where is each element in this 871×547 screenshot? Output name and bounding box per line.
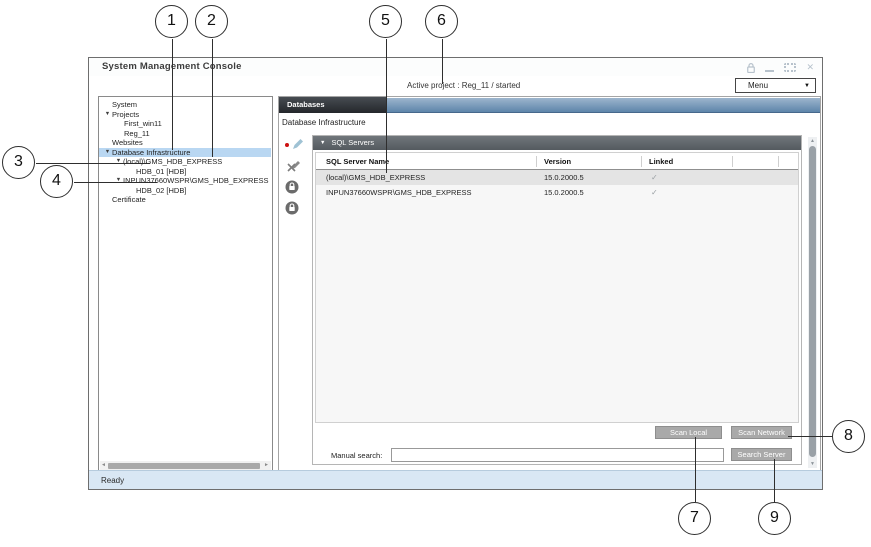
tree-item-first-win11[interactable]: First_win11 — [99, 119, 271, 129]
tree-item-local-sql-server[interactable]: ▼(local)\GMS_HDB_EXPRESS — [99, 157, 271, 167]
maximize-icon[interactable] — [784, 63, 796, 72]
column-divider — [732, 156, 733, 167]
manual-search-input[interactable] — [391, 448, 724, 462]
sql-servers-groupbox: ▼ SQL Servers SQL Server Name Version Lin… — [312, 135, 802, 465]
column-divider — [778, 156, 779, 167]
tree-item-hdb-01[interactable]: HDB_01 [HDB] — [99, 167, 271, 177]
scrollbar-thumb[interactable] — [108, 463, 260, 469]
lock-icon[interactable] — [284, 200, 304, 216]
scan-local-button[interactable]: Scan Local — [655, 426, 722, 439]
tree-item-hdb-02[interactable]: HDB_02 [HDB] — [99, 186, 271, 196]
scroll-left-icon[interactable]: ◄ — [101, 462, 106, 469]
callout-line-2 — [212, 39, 213, 157]
lock-icon[interactable] — [284, 179, 304, 195]
chevron-down-icon: ▼ — [804, 83, 815, 89]
callout-line-4 — [74, 182, 157, 183]
tree-expander-icon[interactable]: ▼ — [114, 176, 123, 186]
check-icon: ✓ — [651, 185, 658, 200]
table-row[interactable]: INPUN37660WSPR\GMS_HDB_EXPRESS 15.0.2000… — [316, 185, 798, 200]
manual-search-label: Manual search: — [331, 451, 382, 460]
column-divider — [536, 156, 537, 167]
callout-6: 6 — [425, 5, 458, 38]
scan-network-button[interactable]: Scan Network — [731, 426, 792, 439]
panel-vertical-scrollbar[interactable]: ▲ ▼ — [808, 137, 817, 468]
table-header-row: SQL Server Name Version Linked — [316, 153, 798, 170]
table-row[interactable]: (local)\GMS_HDB_EXPRESS 15.0.2000.5 ✓ — [316, 170, 798, 185]
lock-icon — [747, 63, 755, 73]
tab-databases[interactable]: Databases — [279, 97, 386, 113]
column-header-version: Version — [544, 157, 571, 166]
database-tools-toolbar — [284, 137, 306, 221]
collapse-arrow-icon[interactable]: ▼ — [320, 140, 325, 146]
tree-item-network-sql-server[interactable]: ▼INPUN37660WSPR\GMS_HDB_EXPRESS — [99, 176, 271, 186]
callout-line-1 — [172, 39, 173, 150]
callout-line-8 — [788, 436, 832, 437]
titlebar: System Management Console ✕ — [89, 58, 822, 76]
sql-servers-title: SQL Servers — [331, 138, 374, 147]
search-server-button[interactable]: Search Server — [731, 448, 792, 461]
menu-dropdown[interactable]: Menu ▼ — [735, 78, 816, 93]
status-bar: Ready — [89, 470, 822, 489]
callout-line-3 — [36, 163, 150, 164]
column-header-name: SQL Server Name — [326, 157, 389, 166]
callout-4: 4 — [40, 165, 73, 198]
callout-2: 2 — [195, 5, 228, 38]
callout-line-7 — [695, 437, 696, 502]
tree-item-projects[interactable]: ▼Projects — [99, 110, 271, 120]
column-header-linked: Linked — [649, 157, 673, 166]
menu-dropdown-label: Menu — [736, 81, 804, 90]
scroll-up-icon[interactable]: ▲ — [808, 138, 817, 144]
callout-7: 7 — [678, 502, 711, 535]
accent-bar — [386, 98, 820, 113]
scroll-right-icon[interactable]: ► — [264, 462, 269, 469]
tree-rows: System ▼Projects First_win11 Reg_11 Webs… — [99, 100, 271, 205]
breadcrumb: Database Infrastructure — [282, 118, 366, 127]
callout-3: 3 — [2, 146, 35, 179]
system-management-console-window: System Management Console ✕ Active proje… — [88, 57, 823, 490]
active-project-status: Active project : Reg_11 / started — [407, 81, 520, 90]
scrollbar-thumb[interactable] — [809, 146, 816, 457]
callout-line-6 — [442, 39, 443, 84]
callout-9: 9 — [758, 502, 791, 535]
tree-item-database-infrastructure[interactable]: ▼Database Infrastructure — [99, 148, 271, 158]
callout-line-9 — [774, 459, 775, 502]
check-icon: ✓ — [651, 170, 658, 185]
navigation-tree-panel: System ▼Projects First_win11 Reg_11 Webs… — [98, 96, 273, 472]
disconnect-icon[interactable] — [284, 158, 304, 174]
status-text: Ready — [101, 476, 124, 485]
tree-horizontal-scrollbar[interactable]: ◄ ► — [100, 461, 271, 470]
callout-8: 8 — [832, 420, 865, 453]
column-divider — [641, 156, 642, 167]
scroll-down-icon[interactable]: ▼ — [808, 461, 817, 467]
callout-1: 1 — [155, 5, 188, 38]
window-controls: ✕ — [747, 62, 814, 73]
tree-item-reg-11[interactable]: Reg_11 — [99, 129, 271, 139]
minimize-icon[interactable] — [765, 63, 774, 72]
tree-item-websites[interactable]: Websites — [99, 138, 271, 148]
tree-item-certificate[interactable]: Certificate — [99, 195, 271, 205]
tree-expander-icon[interactable]: ▼ — [114, 157, 123, 167]
tree-expander-icon[interactable]: ▼ — [103, 148, 112, 158]
databases-panel: Databases Database Infrastructure — [278, 96, 821, 472]
tree-item-system[interactable]: System — [99, 100, 271, 110]
connect-edit-icon[interactable] — [284, 137, 304, 153]
close-icon[interactable]: ✕ — [806, 63, 814, 72]
callout-line-5 — [386, 39, 387, 173]
sql-servers-list: SQL Server Name Version Linked (local)\G… — [315, 152, 799, 423]
toolbar: Active project : Reg_11 / started Menu ▼ — [89, 76, 822, 94]
callout-5: 5 — [369, 5, 402, 38]
tree-expander-icon[interactable]: ▼ — [103, 110, 112, 120]
